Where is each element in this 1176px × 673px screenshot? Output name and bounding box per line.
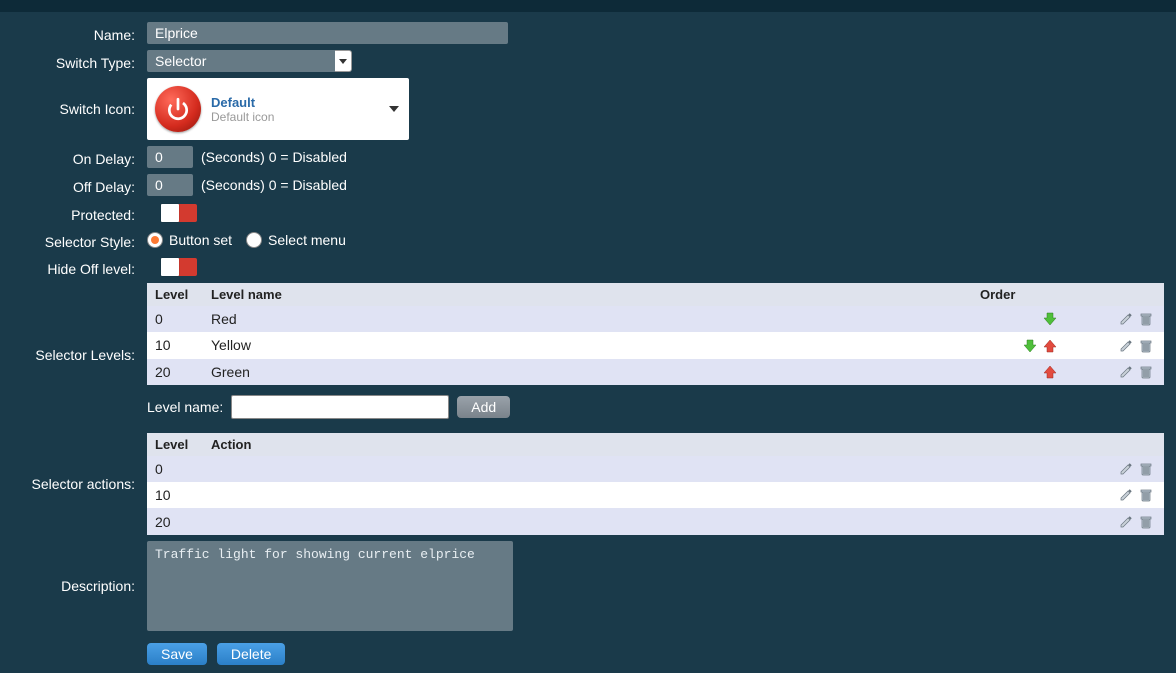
level-cell: 10 (147, 332, 203, 358)
trash-icon[interactable] (1137, 310, 1155, 328)
off-delay-hint: (Seconds) 0 = Disabled (201, 177, 347, 193)
on-delay-label: On Delay: (0, 146, 147, 167)
hide-off-level-label: Hide Off level: (0, 256, 147, 277)
switch-type-label: Switch Type: (0, 50, 147, 71)
level-cell: 20 (147, 359, 203, 385)
row-actions-cell (1068, 332, 1164, 358)
description-textarea[interactable] (147, 541, 513, 631)
edit-icon[interactable] (1117, 337, 1135, 355)
table-row: 20 (147, 508, 1164, 534)
protected-label: Protected: (0, 202, 147, 223)
action-level-cell: 0 (147, 456, 203, 482)
row-actions-cell (1068, 508, 1164, 534)
power-icon (155, 86, 201, 132)
device-edit-form: Name: Switch Type: Switch Icon: (0, 12, 1176, 665)
radio-select-menu-label: Select menu (268, 232, 346, 248)
save-button[interactable]: Save (147, 643, 207, 665)
switch-icon-label: Switch Icon: (0, 101, 147, 117)
action-level-cell: 10 (147, 482, 203, 508)
level-cell: 0 (147, 306, 203, 332)
trash-icon[interactable] (1137, 460, 1155, 478)
th-level: Level (147, 283, 203, 306)
level-name-add-label: Level name: (147, 399, 223, 415)
action-cell (203, 456, 1068, 482)
arrow-down-icon[interactable] (1041, 310, 1059, 328)
arrow-up-icon[interactable] (1041, 363, 1059, 381)
trash-icon[interactable] (1137, 363, 1155, 381)
radio-select-menu[interactable] (246, 232, 262, 248)
on-delay-hint: (Seconds) 0 = Disabled (201, 149, 347, 165)
trash-icon[interactable] (1137, 486, 1155, 504)
radio-button-set-label: Button set (169, 232, 232, 248)
selector-levels-table: Level Level name Order 0Red10Yellow20Gre… (147, 283, 1164, 385)
edit-icon[interactable] (1117, 486, 1135, 504)
trash-icon[interactable] (1137, 513, 1155, 531)
switch-icon-picker[interactable]: Default Default icon (147, 78, 409, 140)
edit-icon[interactable] (1117, 363, 1135, 381)
order-cell (972, 332, 1068, 358)
name-input[interactable] (147, 22, 508, 44)
radio-button-set[interactable] (147, 232, 163, 248)
off-delay-label: Off Delay: (0, 174, 147, 195)
table-row: 0 (147, 456, 1164, 482)
selector-levels-label: Selector Levels: (0, 347, 147, 363)
top-bar (0, 0, 1176, 12)
name-label: Name: (0, 22, 147, 43)
trash-icon[interactable] (1137, 337, 1155, 355)
level-name-cell: Green (203, 359, 972, 385)
action-cell (203, 508, 1068, 534)
arrow-down-icon[interactable] (1021, 337, 1039, 355)
switch-type-dropdown-button[interactable] (335, 50, 352, 72)
row-actions-cell (1068, 359, 1164, 385)
level-name-cell: Yellow (203, 332, 972, 358)
table-row: 20Green (147, 359, 1164, 385)
order-cell (972, 306, 1068, 332)
switch-type-select[interactable] (147, 50, 335, 72)
delete-button[interactable]: Delete (217, 643, 285, 665)
table-row: 10Yellow (147, 332, 1164, 358)
add-level-button[interactable]: Add (457, 396, 510, 418)
hide-off-level-toggle[interactable] (161, 258, 197, 276)
edit-icon[interactable] (1117, 513, 1135, 531)
level-name-cell: Red (203, 306, 972, 332)
selector-style-label: Selector Style: (0, 229, 147, 250)
icon-subtitle: Default icon (211, 110, 274, 124)
selector-actions-label: Selector actions: (0, 476, 147, 492)
selector-actions-table: Level Action 01020 (147, 433, 1164, 535)
row-actions-cell (1068, 456, 1164, 482)
th-level-name: Level name (203, 283, 972, 306)
icon-title: Default (211, 95, 274, 110)
row-actions-cell (1068, 482, 1164, 508)
th-action-actions (1068, 433, 1164, 456)
chevron-down-icon[interactable] (389, 106, 399, 112)
th-order: Order (972, 283, 1068, 306)
edit-icon[interactable] (1117, 460, 1135, 478)
description-label: Description: (0, 578, 147, 594)
action-level-cell: 20 (147, 508, 203, 534)
th-action-level: Level (147, 433, 203, 456)
off-delay-input[interactable] (147, 174, 193, 196)
table-row: 10 (147, 482, 1164, 508)
th-action: Action (203, 433, 1068, 456)
arrow-up-icon[interactable] (1041, 337, 1059, 355)
row-actions-cell (1068, 306, 1164, 332)
order-cell (972, 359, 1068, 385)
edit-icon[interactable] (1117, 310, 1135, 328)
level-name-input[interactable] (231, 395, 449, 419)
protected-toggle[interactable] (161, 204, 197, 222)
on-delay-input[interactable] (147, 146, 193, 168)
th-actions (1068, 283, 1164, 306)
table-row: 0Red (147, 306, 1164, 332)
action-cell (203, 482, 1068, 508)
